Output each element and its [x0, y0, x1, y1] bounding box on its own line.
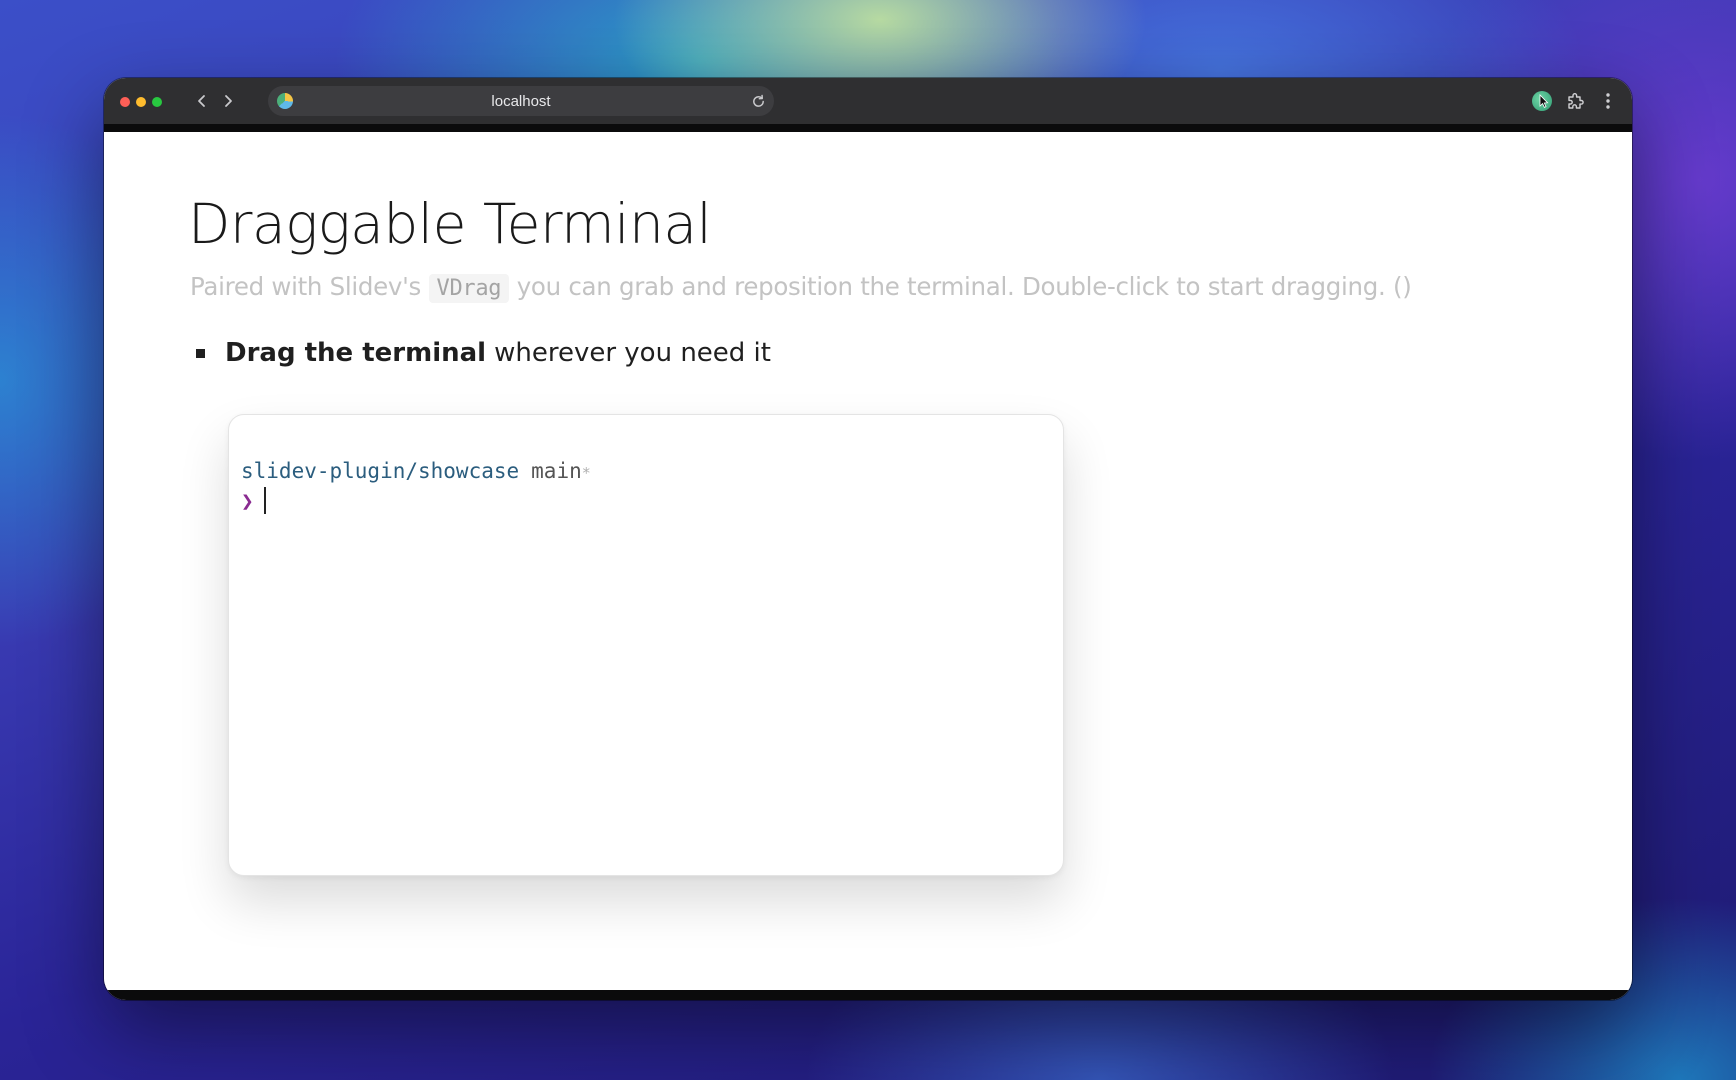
address-bar[interactable]: localhost — [268, 86, 774, 116]
terminal-path: slidev-plugin/showcase — [241, 459, 520, 483]
bullet-bold-text: Drag the terminal — [225, 338, 487, 368]
profile-button[interactable] — [1530, 89, 1554, 113]
terminal-dirty-marker: * — [581, 464, 591, 482]
slide-content: Draggable Terminal Paired with Slidev's … — [104, 132, 1632, 990]
url-text[interactable]: localhost — [268, 93, 774, 110]
browser-window: localhost Draggable Terminal Paired with… — [104, 78, 1632, 1000]
terminal-prompt-line[interactable]: ❯ — [241, 487, 266, 514]
back-arrow-icon — [198, 95, 205, 107]
list-item: Drag the terminal wherever you need it — [196, 338, 771, 368]
browser-toolbar: localhost — [104, 78, 1632, 132]
reload-icon — [752, 94, 764, 107]
more-menu-button[interactable] — [1596, 89, 1620, 113]
subtitle-text-before: Paired with Slidev's — [190, 272, 421, 301]
terminal-prompt-symbol: ❯ — [241, 489, 254, 513]
terminal-status-line: slidev-plugin/showcase main* — [241, 459, 591, 483]
minimize-window-button[interactable] — [136, 97, 146, 107]
more-menu-icon — [1606, 93, 1610, 109]
forward-button[interactable] — [216, 89, 240, 113]
profile-icon — [1532, 91, 1552, 111]
forward-arrow-icon — [225, 95, 232, 107]
back-button[interactable] — [190, 89, 214, 113]
terminal-cursor — [263, 487, 266, 514]
draggable-terminal[interactable]: slidev-plugin/showcase main* ❯ — [228, 414, 1064, 876]
extensions-puzzle-icon — [1568, 93, 1584, 109]
extensions-button[interactable] — [1563, 89, 1587, 113]
bullet-square-icon — [196, 348, 205, 358]
subtitle-text-after: you can grab and reposition the terminal… — [516, 272, 1412, 301]
bullet-text: wherever you need it — [494, 338, 771, 368]
slide-subtitle: Paired with Slidev's VDrag you can grab … — [190, 272, 1412, 303]
maximize-window-button[interactable] — [152, 97, 162, 107]
reload-button[interactable] — [748, 91, 768, 111]
slide-title: Draggable Terminal — [188, 192, 712, 256]
inline-code-vdrag: VDrag — [428, 274, 510, 303]
terminal-branch: main — [531, 459, 582, 483]
window-bottom-edge — [104, 990, 1632, 1000]
close-window-button[interactable] — [120, 97, 130, 107]
